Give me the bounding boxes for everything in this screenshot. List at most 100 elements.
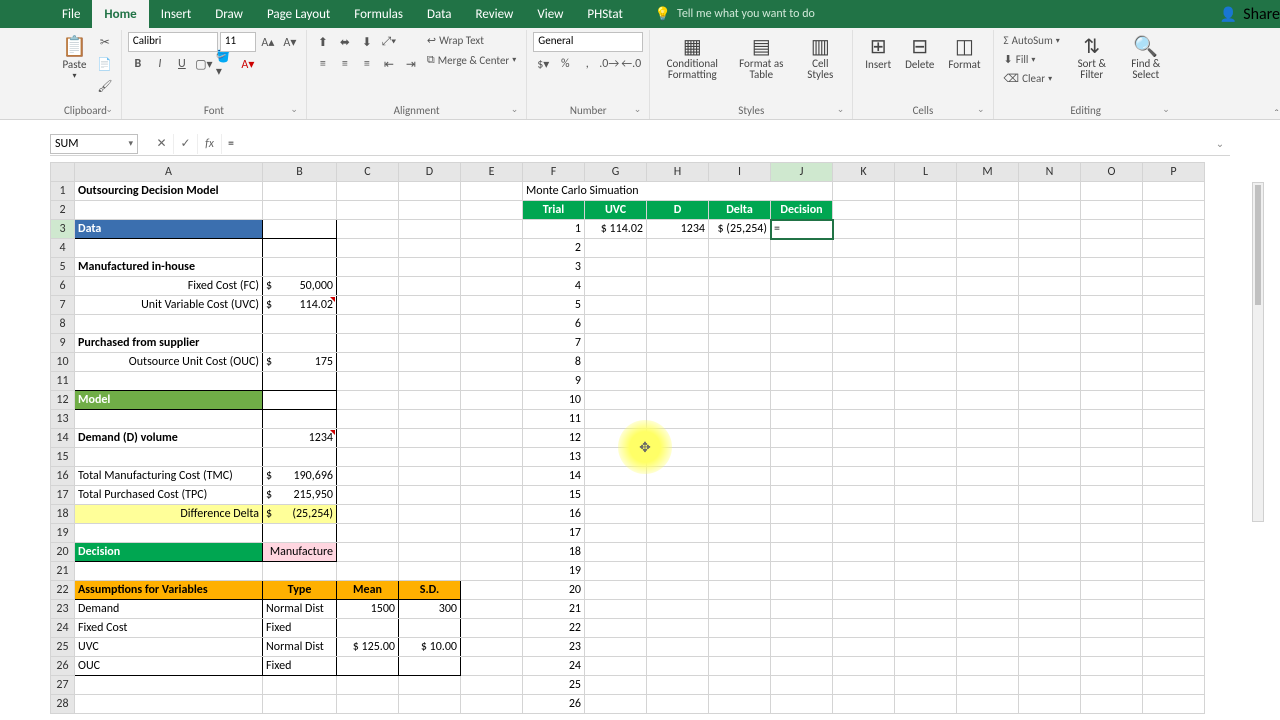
currency-button[interactable]: $▾: [533, 54, 553, 74]
increase-decimal-button[interactable]: .0→: [599, 54, 619, 74]
fill-color-button[interactable]: 🪣▾: [216, 54, 236, 74]
row-header[interactable]: 6: [51, 277, 75, 296]
tab-data[interactable]: Data: [415, 0, 464, 28]
expand-formula-bar-button[interactable]: ⌄: [1210, 137, 1230, 150]
tell-me-search[interactable]: 💡 Tell me what you want to do: [655, 7, 815, 22]
row-header[interactable]: 22: [51, 581, 75, 600]
row-header[interactable]: 16: [51, 467, 75, 486]
row-header[interactable]: 24: [51, 619, 75, 638]
align-left-button[interactable]: ≡: [313, 54, 333, 74]
fx-button[interactable]: fx: [198, 134, 222, 154]
clipboard-icon: 📋: [62, 34, 87, 58]
vertical-scrollbar[interactable]: [1252, 182, 1264, 522]
row-header[interactable]: 10: [51, 353, 75, 372]
font-color-button[interactable]: A▾: [238, 54, 258, 74]
clipboard-group-label: Clipboard: [56, 102, 115, 119]
number-group-label: Number: [533, 102, 643, 119]
format-painter-button[interactable]: 🖌: [95, 76, 115, 96]
format-cells-button[interactable]: ◫Format: [942, 32, 986, 73]
cut-button[interactable]: ✂: [95, 32, 115, 52]
row-header[interactable]: 20: [51, 543, 75, 562]
spreadsheet-grid[interactable]: ABCDEFGHIJKLMNOP 1Outsourcing Decision M…: [50, 162, 1250, 720]
row-header[interactable]: 9: [51, 334, 75, 353]
increase-font-button[interactable]: A▴: [258, 32, 278, 52]
row-header[interactable]: 27: [51, 676, 75, 695]
find-select-button[interactable]: 🔍Find & Select: [1120, 32, 1172, 82]
align-bottom-button[interactable]: ⬇: [357, 32, 377, 52]
clear-button[interactable]: ⌫Clear▾: [1000, 70, 1064, 87]
row-header[interactable]: 21: [51, 562, 75, 581]
conditional-formatting-button[interactable]: ▦Conditional Formatting: [656, 32, 728, 82]
wrap-text-button[interactable]: ↩Wrap Text: [423, 32, 520, 49]
decrease-decimal-button[interactable]: ←.0: [621, 54, 641, 74]
row-header[interactable]: 3: [51, 220, 75, 239]
percent-button[interactable]: %: [555, 54, 575, 74]
copy-button[interactable]: 📄: [95, 54, 115, 74]
autosum-button[interactable]: ΣAutoSum▾: [1000, 32, 1064, 49]
tab-view[interactable]: View: [525, 0, 575, 28]
share-button[interactable]: Share: [1243, 5, 1280, 24]
row-header[interactable]: 17: [51, 486, 75, 505]
user-icon[interactable]: 👤: [1220, 6, 1237, 23]
paste-button[interactable]: 📋 Paste▾: [56, 32, 93, 83]
row-header[interactable]: 12: [51, 391, 75, 410]
formula-input[interactable]: =: [222, 137, 1210, 151]
row-header[interactable]: 11: [51, 372, 75, 391]
select-all-corner[interactable]: [51, 163, 75, 182]
tab-insert[interactable]: Insert: [149, 0, 204, 28]
row-header[interactable]: 7: [51, 296, 75, 315]
formula-bar: SUM ✕ ✓ fx = ⌄: [50, 132, 1230, 156]
cancel-formula-button[interactable]: ✕: [150, 134, 174, 154]
tab-phstat[interactable]: PHStat: [575, 0, 634, 28]
collapse-ribbon-button[interactable]: ˆ: [1274, 108, 1279, 122]
row-header[interactable]: 15: [51, 448, 75, 467]
row-header[interactable]: 8: [51, 315, 75, 334]
align-right-button[interactable]: ≡: [357, 54, 377, 74]
italic-button[interactable]: I: [150, 54, 170, 74]
comma-button[interactable]: ,: [577, 54, 597, 74]
row-header[interactable]: 4: [51, 239, 75, 258]
number-format-select[interactable]: General: [533, 32, 643, 52]
row-header[interactable]: 14: [51, 429, 75, 448]
enter-formula-button[interactable]: ✓: [174, 134, 198, 154]
align-middle-button[interactable]: ⬌: [335, 32, 355, 52]
tab-page-layout[interactable]: Page Layout: [255, 0, 342, 28]
row-header[interactable]: 26: [51, 657, 75, 676]
format-as-table-button[interactable]: ▤Format as Table: [730, 32, 792, 82]
delete-cells-button[interactable]: ⊟Delete: [899, 32, 940, 73]
borders-button[interactable]: ▢▾: [194, 54, 214, 74]
decrease-indent-button[interactable]: ⇤: [379, 54, 399, 74]
merge-center-button[interactable]: ⧉Merge & Center▾: [423, 51, 520, 69]
decrease-font-button[interactable]: A▾: [280, 32, 300, 52]
align-top-button[interactable]: ⬆: [313, 32, 333, 52]
tab-draw[interactable]: Draw: [203, 0, 255, 28]
row-header[interactable]: 19: [51, 524, 75, 543]
font-size-select[interactable]: 11: [220, 32, 256, 52]
sort-filter-button[interactable]: ⇅Sort & Filter: [1066, 32, 1118, 82]
orientation-button[interactable]: ⤢▾: [379, 32, 399, 52]
cell-styles-button[interactable]: ▥Cell Styles: [794, 32, 846, 82]
fill-button[interactable]: ⬇Fill▾: [1000, 51, 1064, 68]
tab-formulas[interactable]: Formulas: [342, 0, 415, 28]
tab-home[interactable]: Home: [92, 0, 148, 28]
row-header[interactable]: 2: [51, 201, 75, 220]
column-headers[interactable]: ABCDEFGHIJKLMNOP: [51, 163, 1205, 182]
insert-cells-button[interactable]: ⊞Insert: [859, 32, 897, 73]
row-header[interactable]: 28: [51, 695, 75, 714]
bulb-icon: 💡: [655, 7, 671, 22]
editing-group-label: Editing: [1000, 102, 1172, 119]
bold-button[interactable]: B: [128, 54, 148, 74]
tab-review[interactable]: Review: [464, 0, 526, 28]
font-name-select[interactable]: Calibri: [128, 32, 218, 52]
row-header[interactable]: 18: [51, 505, 75, 524]
row-header[interactable]: 1: [51, 182, 75, 201]
row-header[interactable]: 13: [51, 410, 75, 429]
increase-indent-button[interactable]: ⇥: [401, 54, 421, 74]
align-center-button[interactable]: ≡: [335, 54, 355, 74]
row-header[interactable]: 25: [51, 638, 75, 657]
underline-button[interactable]: U: [172, 54, 192, 74]
row-header[interactable]: 5: [51, 258, 75, 277]
tab-file[interactable]: File: [50, 0, 92, 28]
row-header[interactable]: 23: [51, 600, 75, 619]
name-box[interactable]: SUM: [50, 134, 138, 154]
